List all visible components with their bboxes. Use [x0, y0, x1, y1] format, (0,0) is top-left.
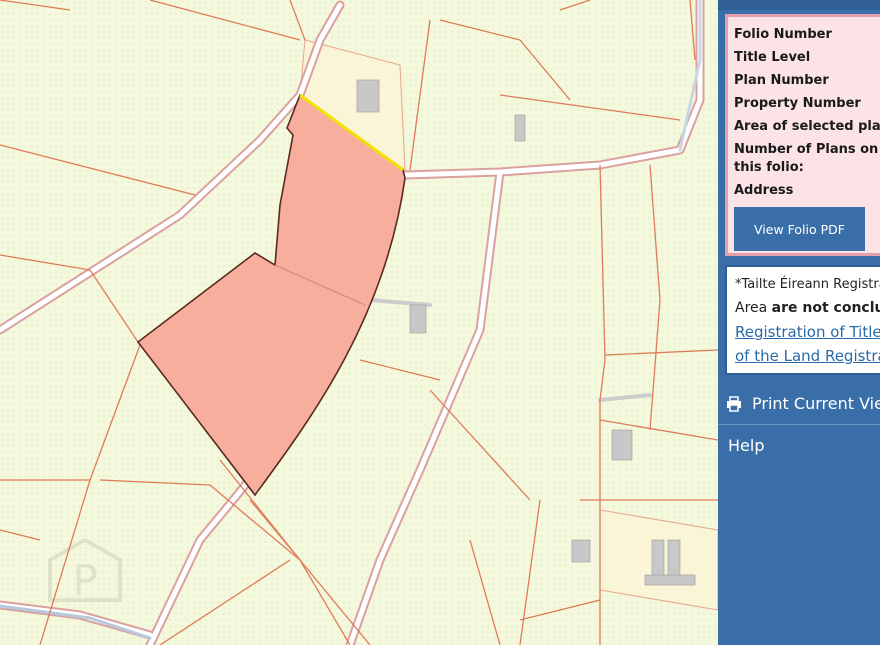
- plan-number-label: Plan Number: [734, 73, 829, 88]
- panel-top-strip: [718, 0, 880, 10]
- registration-link-line-2[interactable]: of the Land Registrati: [735, 347, 880, 365]
- disclaimer-line-2: Area are not conclusive: [735, 300, 880, 316]
- address-label: Address: [734, 183, 794, 198]
- area-selected-plans-label: Area of selected plans: [734, 119, 880, 134]
- view-folio-pdf-button[interactable]: View Folio PDF: [734, 207, 865, 251]
- print-current-view-label: Print Current View: [752, 394, 880, 413]
- side-panel: Folio Number Title Level Plan Number Pro…: [718, 0, 880, 645]
- disclaimer-box: *Tailte Éireann Registrat Area are not c…: [725, 265, 880, 375]
- disclaimer-bold-text: are not conclusive: [771, 300, 880, 316]
- map-canvas[interactable]: P: [0, 0, 718, 645]
- number-of-plans-label: Number of Plans on: [734, 142, 879, 157]
- printer-icon: [727, 395, 741, 412]
- number-of-plans-label-cont: this folio:: [734, 160, 804, 175]
- disclaimer-area-text: Area: [735, 300, 772, 316]
- help-link[interactable]: Help: [728, 436, 764, 455]
- svg-text:P: P: [72, 556, 97, 605]
- registration-link-line-1[interactable]: Registration of Title A: [735, 323, 880, 341]
- map-svg[interactable]: P: [0, 0, 718, 645]
- disclaimer-line-1: *Tailte Éireann Registrat: [735, 277, 880, 292]
- folio-number-label: Folio Number: [734, 27, 832, 42]
- property-number-label: Property Number: [734, 96, 861, 111]
- title-level-label: Title Level: [734, 50, 811, 65]
- print-current-view-button[interactable]: Print Current View: [726, 394, 880, 413]
- folio-info-box: Folio Number Title Level Plan Number Pro…: [725, 14, 880, 256]
- panel-divider: [718, 424, 880, 425]
